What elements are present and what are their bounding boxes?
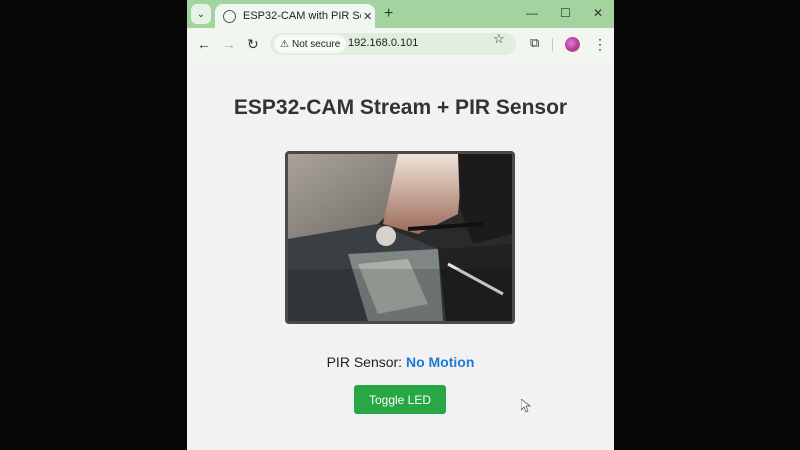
profile-avatar-icon[interactable] xyxy=(565,37,580,52)
pir-status-value: No Motion xyxy=(405,354,475,370)
browser-toolbar: ← → ↻ ⚠ Not secure 192.168.0.101 ☆ ⧉ ⋮ xyxy=(187,28,614,63)
menu-kebab-icon[interactable]: ⋮ xyxy=(593,36,607,53)
page-title: ESP32-CAM Stream + PIR Sensor xyxy=(233,96,568,119)
security-label: Not secure xyxy=(291,38,341,50)
chevron-down-icon: ⌄ xyxy=(196,8,206,20)
toggle-led-button[interactable]: Toggle LED xyxy=(354,385,446,414)
camera-stream-image xyxy=(285,151,515,324)
security-chip[interactable]: ⚠ Not secure xyxy=(274,35,347,53)
warning-icon: ⚠ xyxy=(280,38,289,50)
new-tab-button[interactable]: + xyxy=(384,5,393,23)
browser-window: ⌄ ESP32-CAM with PIR Sensor ✕ + — ☐ ✕ ← … xyxy=(187,0,614,450)
bookmark-star-icon[interactable]: ☆ xyxy=(493,31,505,47)
tab-close-icon[interactable]: ✕ xyxy=(363,10,372,23)
pir-sensor-label: PIR Sensor: xyxy=(326,354,406,370)
pir-sensor-line: PIR Sensor: No Motion xyxy=(187,354,614,370)
forward-icon[interactable]: → xyxy=(222,36,236,52)
page-content: ESP32-CAM Stream + PIR Sensor PIR Sensor… xyxy=(187,62,614,450)
maximize-button[interactable]: ☐ xyxy=(560,5,571,21)
tab-bar: ⌄ ESP32-CAM with PIR Sensor ✕ + — ☐ ✕ xyxy=(187,0,614,28)
reload-icon[interactable]: ↻ xyxy=(247,36,259,52)
tab-title: ESP32-CAM with PIR Sensor xyxy=(243,10,361,22)
toolbar-divider xyxy=(552,38,553,52)
address-bar[interactable]: ⚠ Not secure 192.168.0.101 xyxy=(270,33,516,55)
camera-frame xyxy=(288,154,512,321)
extensions-icon[interactable]: ⧉ xyxy=(530,35,539,51)
url-text[interactable]: 192.168.0.101 xyxy=(348,37,418,49)
close-window-button[interactable]: ✕ xyxy=(593,5,603,21)
mouse-cursor-icon xyxy=(521,399,531,413)
tab-search-button[interactable]: ⌄ xyxy=(191,4,211,24)
browser-tab[interactable]: ESP32-CAM with PIR Sensor ✕ xyxy=(215,4,375,28)
globe-icon xyxy=(223,9,236,23)
back-icon[interactable]: ← xyxy=(197,36,211,52)
minimize-button[interactable]: — xyxy=(526,5,538,21)
